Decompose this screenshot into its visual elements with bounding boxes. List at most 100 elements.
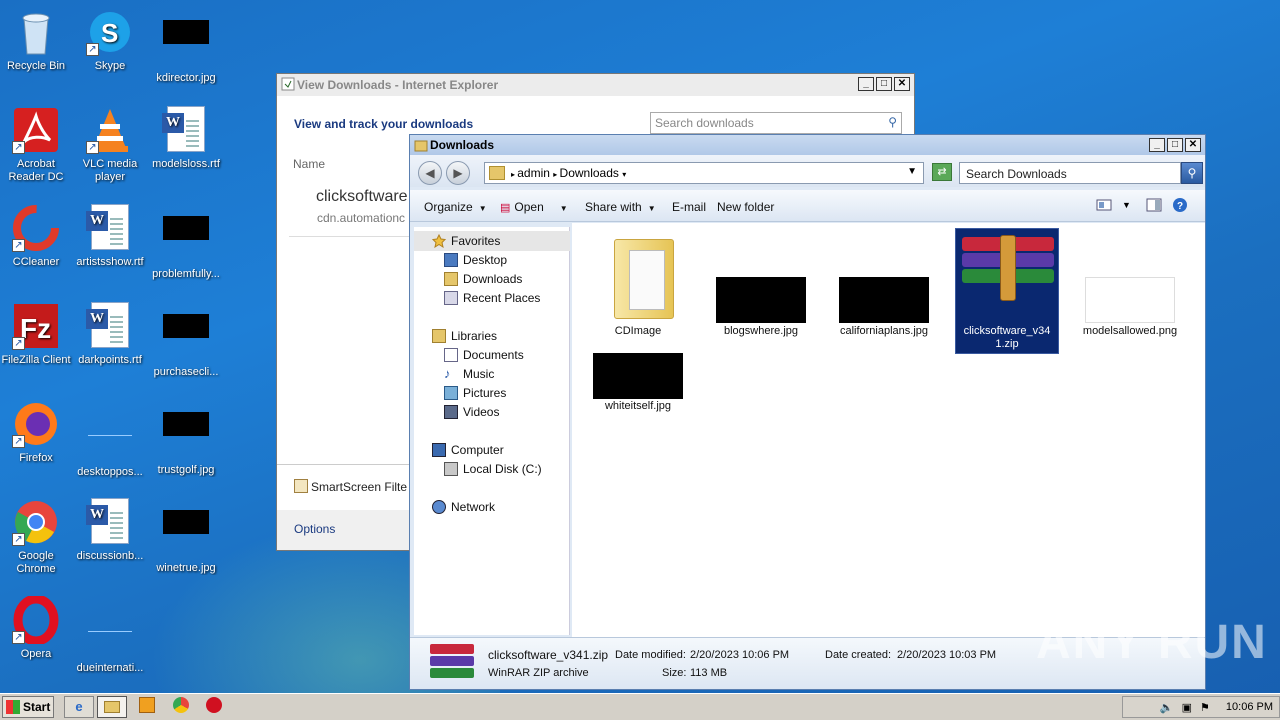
desktop-icon-desktoppos[interactable]: desktoppos...	[72, 400, 148, 479]
nav-pictures[interactable]: Pictures	[444, 386, 506, 400]
desktop-icon-dueinternati[interactable]: dueinternati...	[72, 596, 148, 675]
taskbar-media-player[interactable]	[132, 696, 162, 718]
details-size: 113 MB	[690, 667, 728, 679]
flag-icon[interactable]: ⚑	[1200, 701, 1210, 714]
close-button[interactable]: ✕	[894, 77, 910, 91]
folder-icon	[614, 239, 674, 319]
nav-recent-places[interactable]: Recent Places	[444, 291, 540, 305]
nav-local-disk[interactable]: Local Disk (C:)	[444, 462, 542, 476]
desktop-icon-discussionb[interactable]: W discussionb...	[72, 498, 148, 563]
computer-icon	[432, 443, 446, 457]
file-item-whiteitself[interactable]: whiteitself.jpg	[586, 347, 690, 413]
nav-libraries[interactable]: Libraries	[432, 329, 497, 343]
breadcrumb-admin[interactable]: admin	[517, 166, 550, 180]
minimize-button[interactable]: _	[1149, 138, 1165, 152]
chevron-down-icon[interactable]: ▼	[907, 166, 917, 177]
image-thumbnail	[839, 277, 929, 323]
forward-button[interactable]: ▶	[446, 161, 470, 185]
ie-search-input[interactable]: Search downloads ⚲	[650, 112, 902, 134]
taskbar-chrome[interactable]	[166, 696, 196, 718]
desktop-icon-firefox[interactable]: ↗ Firefox	[0, 400, 74, 465]
share-with-menu[interactable]: Share with ▼	[585, 200, 656, 214]
explorer-titlebar[interactable]: Downloads _ □ ✕	[410, 135, 1205, 155]
help-icon[interactable]: ?	[1172, 197, 1188, 213]
taskbar-explorer[interactable]	[97, 696, 127, 718]
smartscreen-link[interactable]: SmartScreen Filte	[294, 479, 407, 494]
address-bar[interactable]: ▸ admin ▸ Downloads ▾ ▼	[484, 162, 924, 184]
desktop-icon-skype[interactable]: S ↗ Skype	[72, 8, 148, 73]
desktop-icon-vlc[interactable]: ↗ VLC media player	[72, 106, 148, 184]
desktop-icon-filezilla[interactable]: Fz ↗ FileZilla Client	[0, 302, 74, 367]
ie-download-item-name[interactable]: clicksoftware	[316, 188, 408, 206]
chrome-icon	[173, 697, 189, 713]
nav-downloads[interactable]: Downloads	[444, 272, 522, 286]
nav-network[interactable]: Network	[432, 500, 495, 514]
maximize-button[interactable]: □	[876, 77, 892, 91]
desktop-icon-problemfully[interactable]: problemfully...	[148, 204, 224, 281]
taskbar-ie[interactable]: e	[64, 696, 94, 718]
image-file-icon	[162, 216, 210, 264]
open-menu[interactable]: ▤ Open ▼	[500, 200, 568, 214]
music-icon: ♪	[444, 366, 451, 381]
file-item-clicksoftware-zip[interactable]: clicksoftware_v341.zip	[955, 228, 1059, 354]
desktop-icon-acrobat[interactable]: ↗ Acrobat Reader DC	[0, 106, 74, 184]
preview-pane-icon[interactable]	[1146, 197, 1162, 213]
taskbar-opera[interactable]	[199, 696, 229, 718]
nav-documents[interactable]: Documents	[444, 348, 524, 362]
details-filename: clicksoftware_v341.zip	[488, 648, 609, 662]
desktop-icon-opera[interactable]: ↗ Opera	[0, 594, 74, 661]
back-button[interactable]: ◀	[418, 161, 442, 185]
breadcrumb-downloads[interactable]: Downloads	[560, 166, 619, 180]
file-item-cdimage[interactable]: CDImage	[586, 229, 690, 338]
desktop-icon-recycle-bin[interactable]: Recycle Bin	[0, 8, 74, 73]
maximize-button[interactable]: □	[1167, 138, 1183, 152]
minimize-button[interactable]: _	[858, 77, 874, 91]
search-icon[interactable]: ⚲	[1181, 162, 1203, 184]
file-item-blogswhere[interactable]: blogswhere.jpg	[709, 229, 813, 338]
details-date-created-label: Date created:	[825, 649, 892, 661]
blank-file-icon	[86, 610, 134, 658]
nav-music[interactable]: ♪ Music	[444, 366, 494, 382]
chevron-down-icon[interactable]: ▼	[1122, 200, 1138, 216]
view-options-icon[interactable]	[1096, 197, 1112, 213]
explorer-search-input[interactable]: Search Downloads	[959, 162, 1181, 184]
nav-favorites[interactable]: Favorites	[431, 233, 500, 249]
network-tray-icon[interactable]: ▣	[1182, 701, 1192, 714]
desktop-icon-trustgolf[interactable]: trustgolf.jpg	[148, 400, 224, 477]
start-button[interactable]: Start	[2, 696, 54, 718]
desktop-icon-chrome[interactable]: ↗ Google Chrome	[0, 498, 74, 576]
nav-videos[interactable]: Videos	[444, 405, 499, 419]
ie-titlebar[interactable]: View Downloads - Internet Explorer _ □ ✕	[277, 74, 914, 96]
nav-desktop[interactable]: Desktop	[444, 253, 507, 267]
opera-icon: ↗	[12, 594, 60, 646]
winrar-archive-icon	[962, 235, 1054, 301]
close-button[interactable]: ✕	[1185, 138, 1201, 152]
options-link[interactable]: Options	[294, 522, 335, 536]
desktop-icon-kdirector[interactable]: kdirector.jpg	[148, 8, 224, 85]
new-folder-button[interactable]: New folder	[717, 200, 774, 214]
image-file-icon	[162, 412, 210, 460]
vlc-icon: ↗	[86, 106, 134, 154]
ie-download-item-source: cdn.automationc	[317, 211, 406, 225]
folder-icon	[489, 166, 505, 180]
clock[interactable]: 10:06 PM	[1226, 701, 1273, 713]
search-icon[interactable]: ⚲	[888, 115, 897, 129]
file-item-modelsallowed[interactable]: modelsallowed.png	[1078, 229, 1182, 338]
organize-menu[interactable]: Organize ▼	[424, 200, 487, 214]
desktop-icon-purchasecli[interactable]: purchasecli...	[148, 302, 224, 379]
email-button[interactable]: E-mail	[672, 200, 706, 214]
windows-flag-icon	[6, 700, 20, 714]
desktop-icon-artistsshow[interactable]: W artistsshow.rtf	[72, 204, 148, 269]
refresh-button[interactable]: ⇄	[932, 163, 952, 181]
desktop-icon-modelsloss[interactable]: W modelsloss.rtf	[148, 106, 224, 171]
nav-computer[interactable]: Computer	[432, 443, 504, 457]
desktop-icon-darkpoints[interactable]: W darkpoints.rtf	[72, 302, 148, 367]
hard-drive-icon	[444, 462, 458, 476]
desktop-icon-winetrue[interactable]: winetrue.jpg	[148, 498, 224, 575]
volume-icon[interactable]: 🔈	[1160, 701, 1174, 714]
desktop-icon-ccleaner[interactable]: ↗ CCleaner	[0, 204, 74, 269]
watermark-logo: ANY RUN	[1036, 616, 1268, 669]
file-item-californiaplans[interactable]: californiaplans.jpg	[832, 229, 936, 338]
details-date-modified-label: Date modified:	[615, 649, 686, 661]
ie-column-name[interactable]: Name	[293, 157, 325, 171]
